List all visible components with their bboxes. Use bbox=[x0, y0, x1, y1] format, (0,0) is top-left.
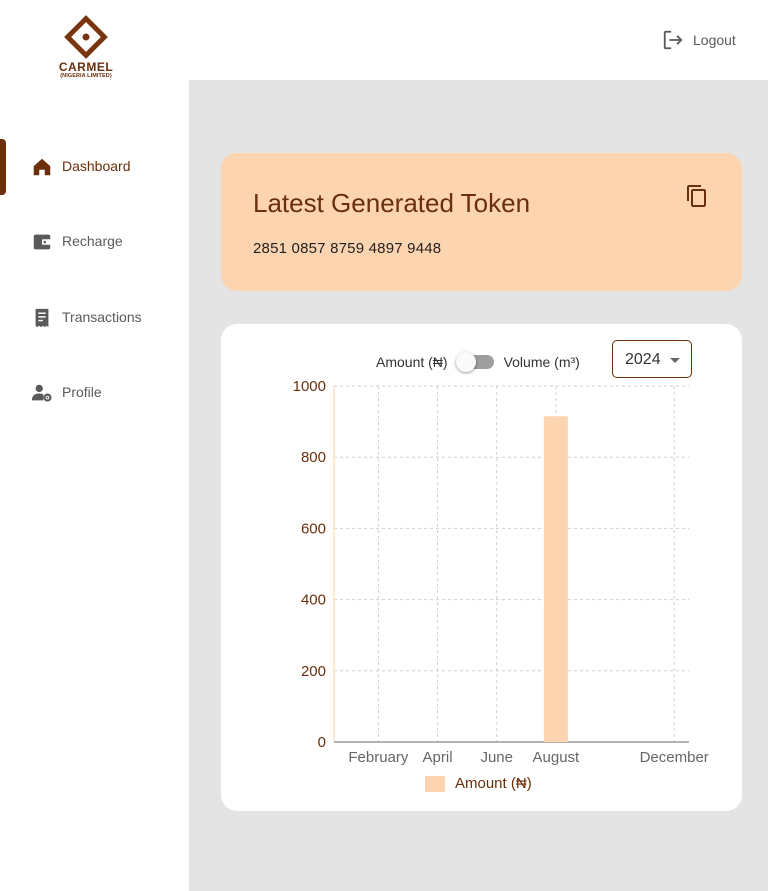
logout-label: Logout bbox=[693, 32, 736, 48]
top-bar: CARMEL (NIGERIA LIMITED) Logout bbox=[0, 0, 768, 80]
y-tick-label: 400 bbox=[301, 592, 326, 609]
logo-diamond-icon bbox=[64, 15, 108, 59]
wallet-icon bbox=[33, 234, 52, 250]
sidebar-item-recharge[interactable]: Recharge bbox=[0, 214, 189, 270]
y-tick-label: 200 bbox=[301, 663, 326, 680]
logout-icon bbox=[663, 30, 683, 50]
token-card: Latest Generated Token 2851 0857 8759 48… bbox=[221, 153, 742, 291]
x-tick-label: August bbox=[533, 749, 581, 766]
brand-name: CARMEL bbox=[58, 60, 114, 74]
x-tick-label: February bbox=[348, 749, 409, 766]
token-card-title: Latest Generated Token bbox=[253, 188, 531, 218]
y-tick-label: 0 bbox=[318, 734, 326, 751]
sidebar-item-label: Dashboard bbox=[62, 158, 131, 174]
sidebar: Dashboard Recharge Transactions Profile bbox=[0, 80, 189, 891]
sidebar-item-profile[interactable]: Profile bbox=[0, 365, 189, 421]
main-content: Latest Generated Token 2851 0857 8759 48… bbox=[189, 80, 768, 891]
user-settings-icon bbox=[31, 384, 52, 402]
token-value: 2851 0857 8759 4897 9448 bbox=[253, 240, 442, 257]
active-indicator bbox=[0, 139, 6, 195]
x-tick-label: December bbox=[640, 749, 709, 766]
legend-swatch bbox=[425, 775, 445, 792]
copy-icon[interactable] bbox=[685, 184, 709, 208]
bar-august bbox=[543, 416, 568, 742]
sidebar-item-label: Recharge bbox=[62, 233, 123, 249]
sidebar-item-label: Profile bbox=[62, 384, 102, 400]
chart-card: Amount (₦) Volume (m³) 2024 0 200 400 600 80… bbox=[221, 324, 742, 811]
sidebar-item-transactions[interactable]: Transactions bbox=[0, 290, 189, 346]
sidebar-item-label: Transactions bbox=[62, 309, 142, 325]
x-tick-label: April bbox=[423, 749, 453, 766]
sidebar-item-dashboard[interactable]: Dashboard bbox=[0, 139, 189, 195]
x-tick-label: June bbox=[480, 749, 513, 766]
y-tick-label: 1000 bbox=[293, 378, 326, 395]
carmel-logo: CARMEL (NIGERIA LIMITED) bbox=[54, 15, 118, 81]
logout-button[interactable]: Logout bbox=[662, 28, 736, 52]
receipt-icon bbox=[35, 308, 49, 328]
chart-legend: Amount (₦) bbox=[425, 775, 532, 792]
y-tick-label: 800 bbox=[301, 449, 326, 466]
brand-tagline: (NIGERIA LIMITED) bbox=[60, 73, 112, 79]
home-icon bbox=[33, 158, 51, 176]
legend-label: Amount (₦) bbox=[455, 775, 532, 792]
y-tick-label: 600 bbox=[301, 520, 326, 537]
bar-chart: 0 200 400 600 800 1000 February April June August… bbox=[293, 378, 709, 766]
